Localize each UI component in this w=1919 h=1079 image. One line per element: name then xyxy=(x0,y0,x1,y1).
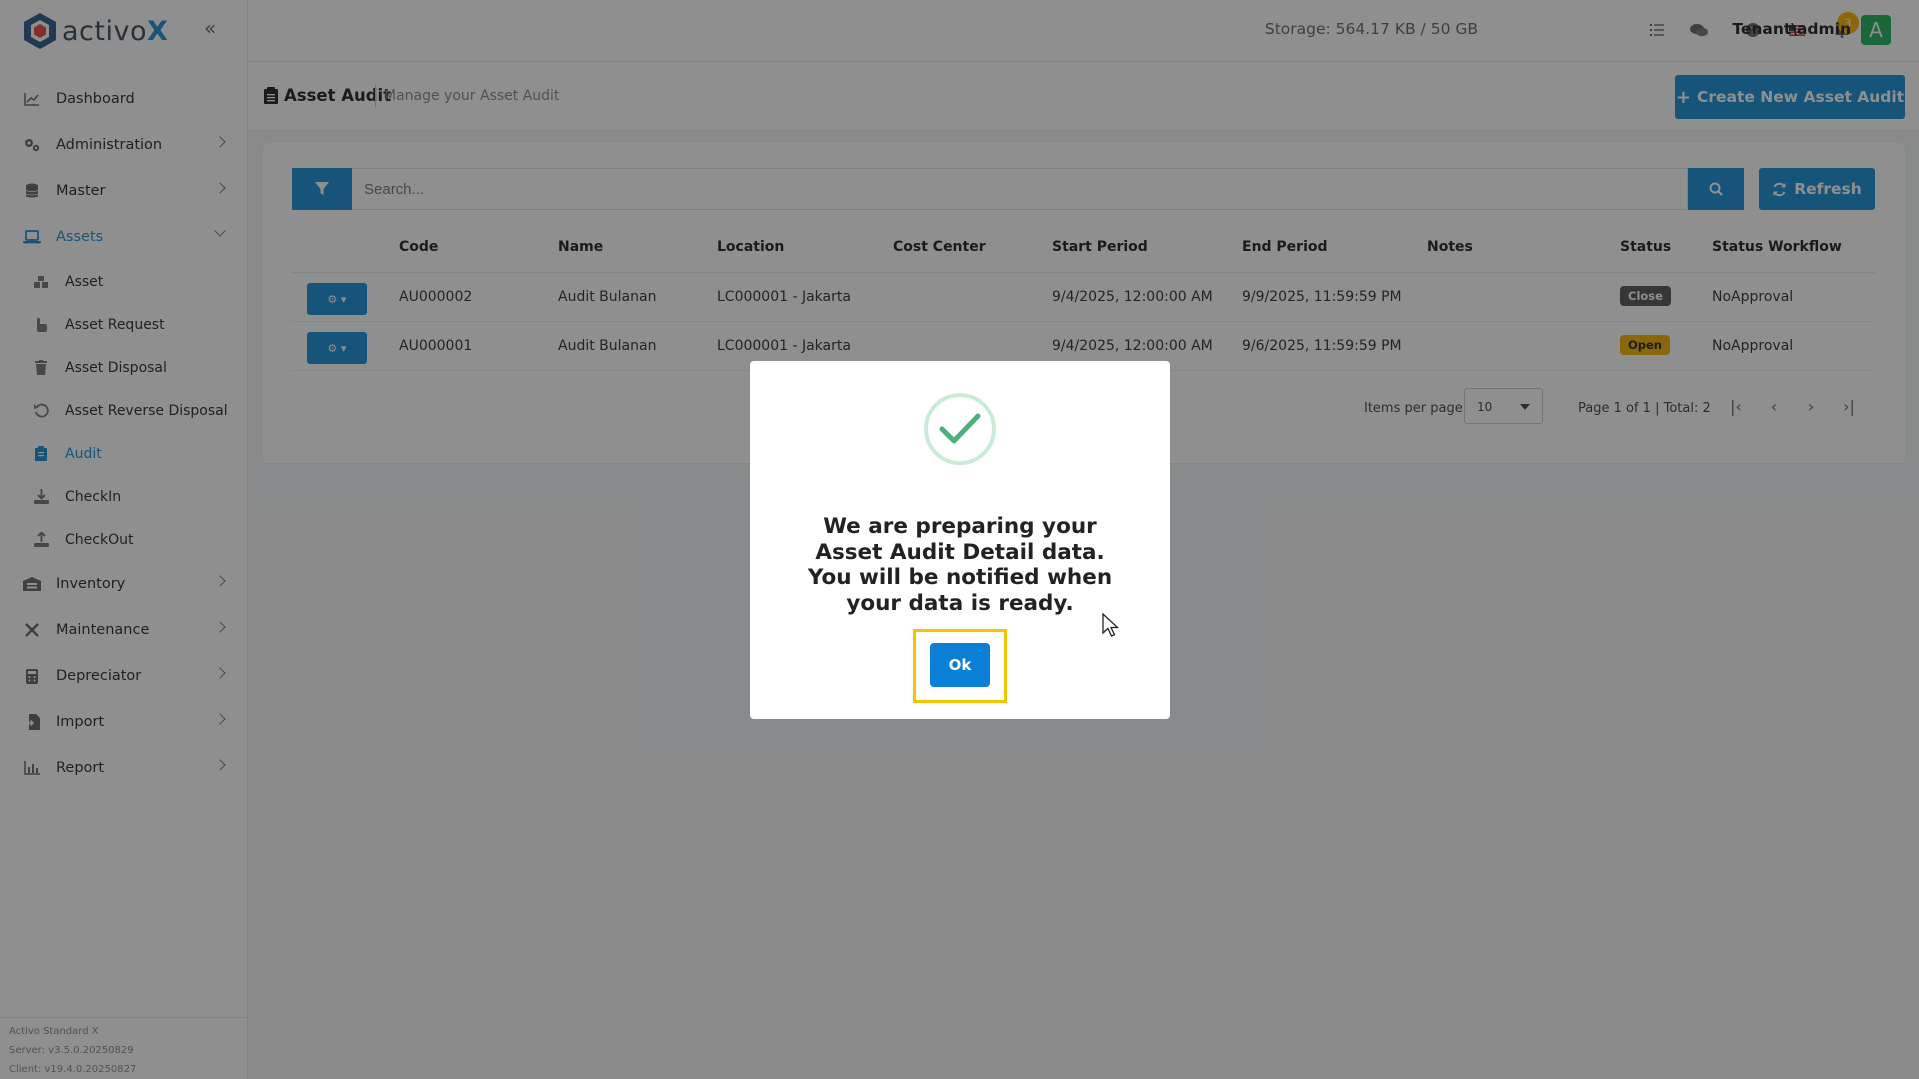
dialog-message: We are preparing your Asset Audit Detail… xyxy=(807,514,1113,616)
success-check-icon xyxy=(924,393,996,465)
mouse-cursor-icon xyxy=(1102,613,1120,637)
info-dialog: We are preparing your Asset Audit Detail… xyxy=(750,361,1170,719)
ok-button[interactable]: Ok xyxy=(930,643,990,687)
